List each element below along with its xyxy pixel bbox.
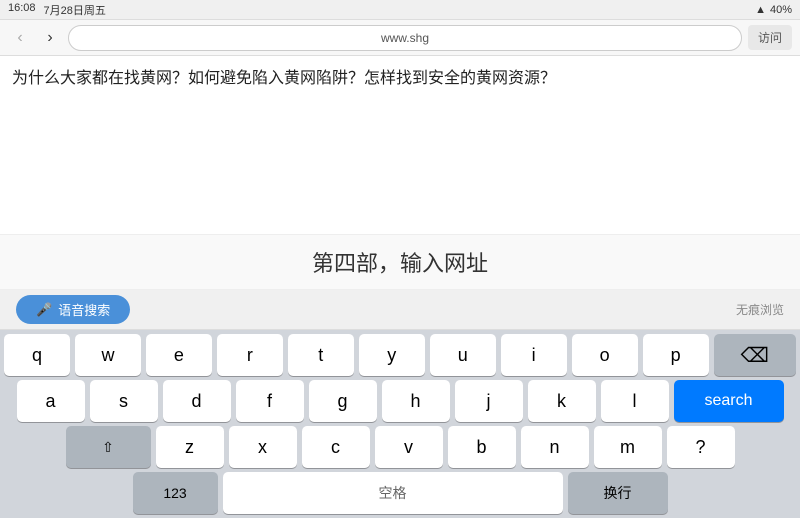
back-button[interactable]: ‹ xyxy=(8,29,32,47)
center-section: 第四部，输入网址 xyxy=(0,234,800,290)
keyboard-row-1: q w e r t y u i o p ⌫ xyxy=(0,330,800,376)
nav-bar: ‹ › www.shg 访问 xyxy=(0,20,800,56)
shift-key[interactable]: ⇧ xyxy=(66,426,151,468)
key-question[interactable]: ? xyxy=(667,426,735,468)
incognito-label: 无痕浏览 xyxy=(736,301,784,318)
keyboard-row-2: a s d f g h j k l search xyxy=(0,376,800,422)
key-x[interactable]: x xyxy=(229,426,297,468)
key-o[interactable]: o xyxy=(572,334,638,376)
voice-search-label: 语音搜索 xyxy=(58,300,110,319)
status-right: ▲ 40% xyxy=(755,4,792,16)
mic-icon: 🎤 xyxy=(36,302,52,318)
key-t[interactable]: t xyxy=(288,334,354,376)
key-f[interactable]: f xyxy=(236,380,304,422)
keyboard-row-3: ⇧ z x c v b n m ? xyxy=(0,422,800,468)
battery-level: 40% xyxy=(770,4,792,16)
url-text: www.shg xyxy=(381,31,429,45)
key-w[interactable]: w xyxy=(75,334,141,376)
voice-search-button[interactable]: 🎤 语音搜索 xyxy=(16,295,130,324)
key-m[interactable]: m xyxy=(594,426,662,468)
keyboard: q w e r t y u i o p ⌫ a s d f g h j k l … xyxy=(0,330,800,518)
key-n[interactable]: n xyxy=(521,426,589,468)
key-d[interactable]: d xyxy=(163,380,231,422)
return-key[interactable]: 换行 xyxy=(568,472,668,514)
key-123[interactable]: 123 xyxy=(133,472,218,514)
status-bar: 16:08 7月28日周五 ▲ 40% xyxy=(0,0,800,20)
key-u[interactable]: u xyxy=(430,334,496,376)
search-key[interactable]: search xyxy=(674,380,784,422)
visit-button[interactable]: 访问 xyxy=(748,25,792,50)
key-c[interactable]: c xyxy=(302,426,370,468)
key-s[interactable]: s xyxy=(90,380,158,422)
article-text: 为什么大家都在找黄网？如何避免陷入黄网陷阱？怎样找到安全的黄网资源？ xyxy=(12,66,788,92)
key-k[interactable]: k xyxy=(528,380,596,422)
key-i[interactable]: i xyxy=(501,334,567,376)
content-area: 为什么大家都在找黄网？如何避免陷入黄网陷阱？怎样找到安全的黄网资源？ xyxy=(0,56,800,234)
center-label: 第四部，输入网址 xyxy=(312,246,488,278)
status-left: 16:08 7月28日周五 xyxy=(8,2,106,18)
backspace-key[interactable]: ⌫ xyxy=(714,334,796,376)
keyboard-row-4: 123 空格 换行 xyxy=(0,468,800,518)
space-key[interactable]: 空格 xyxy=(223,472,563,514)
key-j[interactable]: j xyxy=(455,380,523,422)
key-l[interactable]: l xyxy=(601,380,669,422)
battery-icon: ▲ xyxy=(755,4,766,16)
status-time: 16:08 xyxy=(8,2,36,18)
key-p[interactable]: p xyxy=(643,334,709,376)
key-r[interactable]: r xyxy=(217,334,283,376)
key-z[interactable]: z xyxy=(156,426,224,468)
voice-bar: 🎤 语音搜索 无痕浏览 xyxy=(0,290,800,330)
key-q[interactable]: q xyxy=(4,334,70,376)
key-e[interactable]: e xyxy=(146,334,212,376)
url-bar[interactable]: www.shg xyxy=(68,25,742,51)
status-date: 7月28日周五 xyxy=(44,2,106,18)
key-g[interactable]: g xyxy=(309,380,377,422)
key-b[interactable]: b xyxy=(448,426,516,468)
key-h[interactable]: h xyxy=(382,380,450,422)
forward-button[interactable]: › xyxy=(38,29,62,47)
key-v[interactable]: v xyxy=(375,426,443,468)
key-a[interactable]: a xyxy=(17,380,85,422)
key-y[interactable]: y xyxy=(359,334,425,376)
